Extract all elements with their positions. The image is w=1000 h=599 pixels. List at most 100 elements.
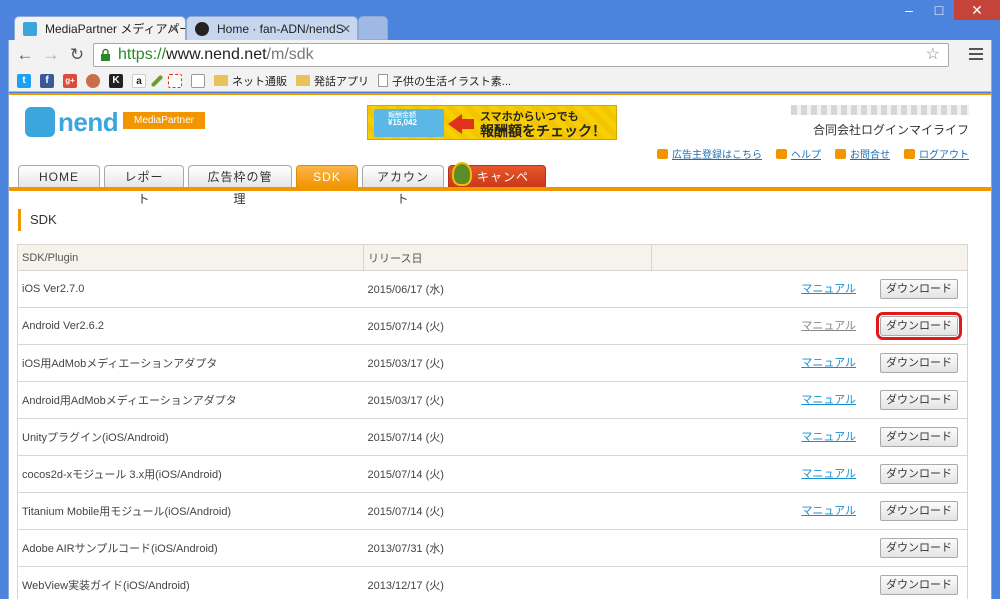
release-date: 2015/06/17 (水) <box>363 270 652 308</box>
release-date: 2013/07/31 (水) <box>363 529 652 567</box>
tab-title: MediaPartner メディアパー <box>45 22 186 36</box>
tab-account[interactable]: アカウント <box>362 165 444 206</box>
window-controls: – □ ✕ <box>894 0 1000 22</box>
cube-icon <box>904 148 915 159</box>
maximize-icon[interactable]: □ <box>924 0 954 20</box>
blurred-account-id <box>791 105 969 115</box>
download-button[interactable]: ダウンロード <box>880 464 958 484</box>
close-tab-icon[interactable]: ✕ <box>169 17 179 40</box>
table-row: Adobe AIRサンプルコード(iOS/Android) 2013/07/31 … <box>17 529 968 567</box>
campaign-character-icon <box>452 162 472 186</box>
forward-arrow-icon[interactable]: → <box>41 45 61 65</box>
manual-link[interactable]: マニュアル <box>801 431 856 443</box>
sdk-name: Android用AdMobメディエーションアダプタ <box>17 381 364 419</box>
banner-amount: ¥15,042 <box>388 118 417 127</box>
company-name: 合同会社ログインマイライフ <box>812 123 969 137</box>
nend-favicon-icon <box>23 22 37 36</box>
tab-campaign[interactable]: キャンペーン <box>448 162 546 206</box>
download-button[interactable]: ダウンロード <box>880 390 958 410</box>
pen-icon[interactable] <box>150 74 164 87</box>
google-plus-icon[interactable]: g+ <box>63 73 77 88</box>
chrome-menu-icon[interactable] <box>967 45 985 65</box>
release-date: 2015/03/17 (火) <box>363 381 652 419</box>
mail-icon[interactable] <box>191 73 205 88</box>
close-tab-icon[interactable]: ✕ <box>341 17 351 40</box>
link-label: お問合せ <box>850 150 890 161</box>
logo-text: nend <box>58 106 119 137</box>
url-host: www.nend.net <box>166 46 267 63</box>
close-window-icon[interactable]: ✕ <box>954 0 1000 20</box>
browser-tab-github[interactable]: Home · fan-ADN/nendS ✕ <box>186 16 358 40</box>
browser-window: MediaPartner メディアパー ✕ Home · fan-ADN/nen… <box>0 0 1000 599</box>
tab-sdk[interactable]: SDK <box>296 165 358 187</box>
manual-link[interactable]: マニュアル <box>801 320 856 332</box>
sdk-name: iOS Ver2.7.0 <box>17 270 364 308</box>
url-path: /m/sdk <box>266 46 314 63</box>
bookmark-folder-apps[interactable]: 発話アプリ <box>296 73 369 89</box>
logout-link[interactable]: ログアウト <box>904 146 969 161</box>
table-row: Android Ver2.6.2 2015/07/14 (火) マニュアル ダウンロー… <box>17 307 968 345</box>
browser-tab-mediapartner[interactable]: MediaPartner メディアパー ✕ <box>14 16 186 40</box>
row-actions: ダウンロード <box>651 529 968 567</box>
tab-home[interactable]: HOME <box>18 165 100 187</box>
manual-link[interactable]: マニュアル <box>801 505 856 517</box>
minimize-icon[interactable]: – <box>894 0 924 20</box>
table-row: iOS用AdMobメディエーションアダプタ 2015/03/17 (火) マニュアル… <box>17 344 968 382</box>
new-tab-button[interactable] <box>358 16 388 40</box>
avatar-icon[interactable] <box>86 73 100 88</box>
k-icon[interactable]: K <box>109 73 123 88</box>
bookmark-folder-netshop[interactable]: ネット通販 <box>214 73 287 89</box>
doc-icon[interactable] <box>168 73 182 88</box>
url-scheme: https:// <box>118 46 167 63</box>
release-date: 2013/12/17 (火) <box>363 566 652 599</box>
download-button[interactable]: ダウンロード <box>880 279 958 299</box>
twitter-icon[interactable]: t <box>17 73 31 88</box>
amazon-icon[interactable]: a <box>132 73 146 88</box>
link-label: ログアウト <box>919 150 969 161</box>
address-bar[interactable]: https://www.nend.net/m/sdk ☆ <box>93 43 949 67</box>
tab-adspace[interactable]: 広告枠の管理 <box>188 165 292 206</box>
table-row: Unityプラグイン(iOS/Android) 2015/07/14 (火) マニュ… <box>17 418 968 456</box>
help-link[interactable]: ヘルプ <box>776 146 821 161</box>
sdk-name: Android Ver2.6.2 <box>17 307 364 345</box>
manual-link[interactable]: マニュアル <box>801 394 856 406</box>
facebook-icon[interactable]: f <box>40 73 54 88</box>
download-button[interactable]: ダウンロード <box>880 538 958 558</box>
table-header-row: SDK/Plugin リリース日 <box>17 244 968 271</box>
link-label: 広告主登録はこちら <box>672 150 762 161</box>
nend-logo[interactable]: nend <box>25 105 119 139</box>
bookmark-page-illust[interactable]: 子供の生活イラスト素... <box>378 73 511 89</box>
manual-link[interactable]: マニュアル <box>801 468 856 480</box>
cube-icon <box>657 148 668 159</box>
row-actions: マニュアル ダウンロード <box>651 344 968 382</box>
sdk-table: SDK/Plugin リリース日 iOS Ver2.7.0 2015/06/17 … <box>17 244 968 599</box>
download-button[interactable]: ダウンロード <box>876 312 962 340</box>
page-title: SDK <box>18 209 57 231</box>
sdk-name: Adobe AIRサンプルコード(iOS/Android) <box>17 529 364 567</box>
back-arrow-icon[interactable]: ← <box>15 45 35 65</box>
page-content: nend MediaPartner 報酬金額 ¥15,042 スマホからいつでも… <box>8 93 992 599</box>
mediapartner-badge: MediaPartner <box>123 112 205 129</box>
bookmark-label: 子供の生活イラスト素... <box>392 75 511 88</box>
download-button[interactable]: ダウンロード <box>880 501 958 521</box>
sdk-name: iOS用AdMobメディエーションアダプタ <box>17 344 364 382</box>
promo-banner[interactable]: 報酬金額 ¥15,042 スマホからいつでも 報酬額をチェック！ <box>367 105 617 140</box>
tab-strip: MediaPartner メディアパー ✕ Home · fan-ADN/nen… <box>0 0 1000 40</box>
download-button[interactable]: ダウンロード <box>880 353 958 373</box>
advertiser-signup-link[interactable]: 広告主登録はこちら <box>657 146 762 161</box>
cube-icon <box>776 148 787 159</box>
manual-link[interactable]: マニュアル <box>801 357 856 369</box>
sdk-name: cocos2d-xモジュール 3.x用(iOS/Android) <box>17 455 364 493</box>
download-button[interactable]: ダウンロード <box>880 575 958 595</box>
github-icon <box>195 22 209 36</box>
reload-icon[interactable]: ↻ <box>67 45 87 65</box>
release-date: 2015/07/14 (火) <box>363 418 652 456</box>
download-button[interactable]: ダウンロード <box>880 427 958 447</box>
row-actions: マニュアル ダウンロード <box>651 381 968 419</box>
contact-link[interactable]: お問合せ <box>835 146 890 161</box>
bookmark-star-icon[interactable]: ☆ <box>926 44 940 66</box>
page-icon <box>378 74 388 87</box>
tab-report[interactable]: レポート <box>104 165 184 206</box>
sdk-name: Unityプラグイン(iOS/Android) <box>17 418 364 456</box>
manual-link[interactable]: マニュアル <box>801 283 856 295</box>
